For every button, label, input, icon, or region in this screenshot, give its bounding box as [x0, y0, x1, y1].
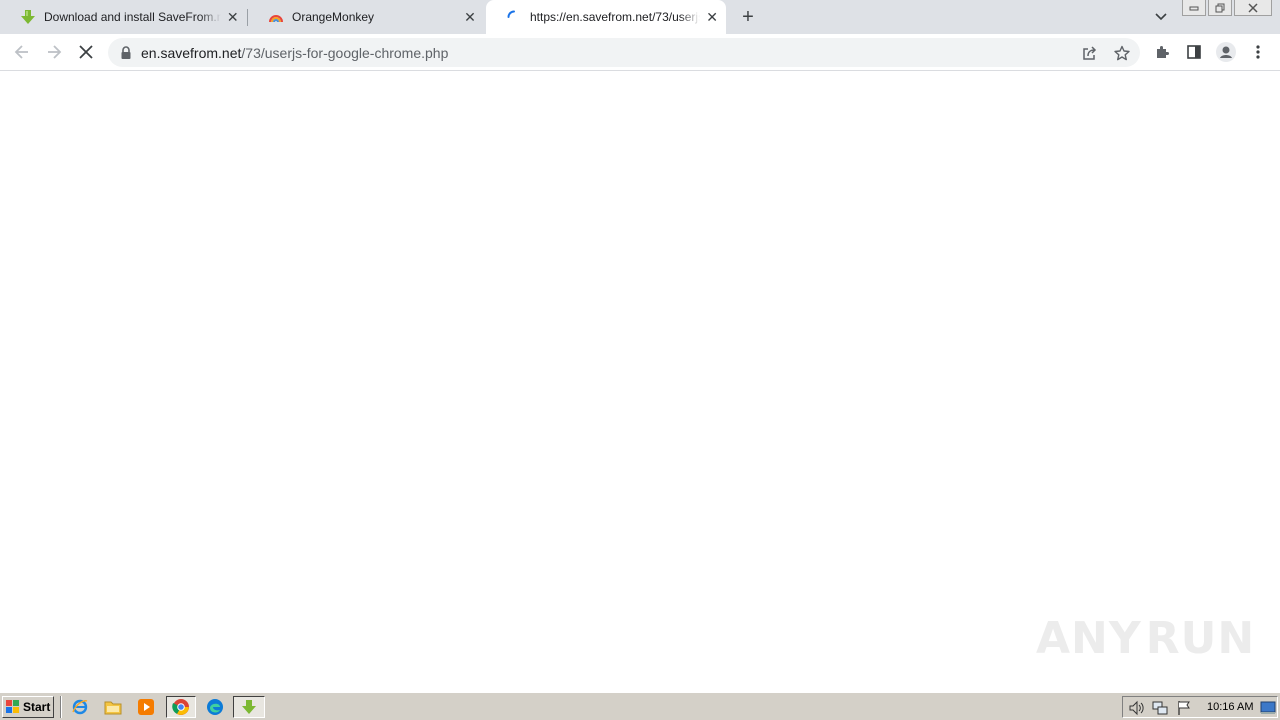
- close-tab-icon[interactable]: ✕: [706, 9, 718, 25]
- tab-orangemonkey[interactable]: OrangeMonkey ✕: [248, 0, 486, 34]
- tab-title: https://en.savefrom.net/73/userjs-for-go…: [530, 10, 700, 24]
- back-arrow-icon: [14, 45, 28, 59]
- url-host: en.savefrom.net: [141, 45, 242, 61]
- restore-button[interactable]: [1208, 0, 1232, 16]
- tab-strip: Download and install SaveFrom.net helper…: [0, 0, 1280, 34]
- watermark-text-left: ANY: [1036, 612, 1142, 664]
- taskbar-separator: [60, 696, 62, 718]
- network-icon[interactable]: [1152, 700, 1168, 716]
- bookmark-star-icon[interactable]: [1112, 43, 1132, 63]
- start-button[interactable]: Start: [2, 696, 54, 718]
- close-tab-icon[interactable]: ✕: [462, 9, 478, 25]
- tab-savefrom-download[interactable]: Download and install SaveFrom.net helper…: [0, 0, 247, 34]
- minimize-button[interactable]: [1182, 0, 1206, 16]
- windows-taskbar: Start 10:16 AM: [0, 692, 1280, 720]
- windows-logo-icon: [6, 700, 19, 713]
- kebab-menu-icon: [1256, 45, 1260, 59]
- close-tab-icon[interactable]: ✕: [227, 9, 239, 25]
- side-panel-button[interactable]: [1182, 40, 1206, 64]
- tab-active-loading[interactable]: https://en.savefrom.net/73/userjs-for-go…: [486, 0, 726, 34]
- media-player-icon[interactable]: [134, 696, 158, 718]
- window-controls: [1182, 0, 1274, 18]
- savefrom-download-icon[interactable]: [233, 696, 265, 718]
- file-explorer-icon[interactable]: [101, 696, 125, 718]
- volume-icon[interactable]: [1128, 700, 1144, 716]
- internet-explorer-icon[interactable]: [68, 696, 92, 718]
- address-url[interactable]: en.savefrom.net/73/userjs-for-google-chr…: [141, 45, 448, 61]
- savefrom-download-icon: [20, 9, 36, 25]
- clock[interactable]: 10:16 AM: [1207, 701, 1253, 713]
- tab-search-chevron-icon[interactable]: [1151, 7, 1171, 27]
- avatar-icon: [1216, 42, 1236, 62]
- profile-button[interactable]: [1214, 40, 1238, 64]
- lock-icon[interactable]: [119, 45, 133, 60]
- close-window-button[interactable]: [1234, 0, 1272, 16]
- anyrun-watermark: ANY RUN: [1036, 606, 1254, 670]
- action-center-flag-icon[interactable]: [1176, 700, 1192, 716]
- edge-icon[interactable]: [203, 696, 227, 718]
- forward-arrow-icon: [48, 45, 62, 59]
- watermark-text-right: RUN: [1145, 612, 1256, 664]
- system-tray: 10:16 AM: [1122, 696, 1278, 718]
- back-button[interactable]: [10, 40, 34, 64]
- show-desktop-icon[interactable]: [1260, 700, 1276, 716]
- menu-button[interactable]: [1246, 40, 1270, 64]
- url-path: /73/userjs-for-google-chrome.php: [241, 45, 449, 61]
- stop-x-icon: [79, 45, 93, 59]
- browser-toolbar: en.savefrom.net/73/userjs-for-google-chr…: [0, 34, 1280, 71]
- extensions-button[interactable]: [1150, 40, 1174, 64]
- forward-button[interactable]: [42, 40, 66, 64]
- tab-title: Download and install SaveFrom.net helper: [44, 10, 221, 24]
- orangemonkey-icon: [268, 9, 284, 25]
- address-bar[interactable]: en.savefrom.net/73/userjs-for-google-chr…: [108, 38, 1140, 67]
- page-content-blank: [0, 72, 1280, 692]
- side-panel-icon: [1187, 45, 1201, 59]
- stop-loading-button[interactable]: [74, 40, 98, 64]
- new-tab-button[interactable]: +: [736, 5, 760, 29]
- tab-title: OrangeMonkey: [292, 10, 375, 24]
- start-label: Start: [23, 700, 51, 714]
- share-icon[interactable]: [1080, 43, 1100, 63]
- puzzle-icon: [1157, 46, 1169, 58]
- chrome-icon[interactable]: [166, 696, 196, 718]
- loading-spinner-icon: [506, 9, 522, 25]
